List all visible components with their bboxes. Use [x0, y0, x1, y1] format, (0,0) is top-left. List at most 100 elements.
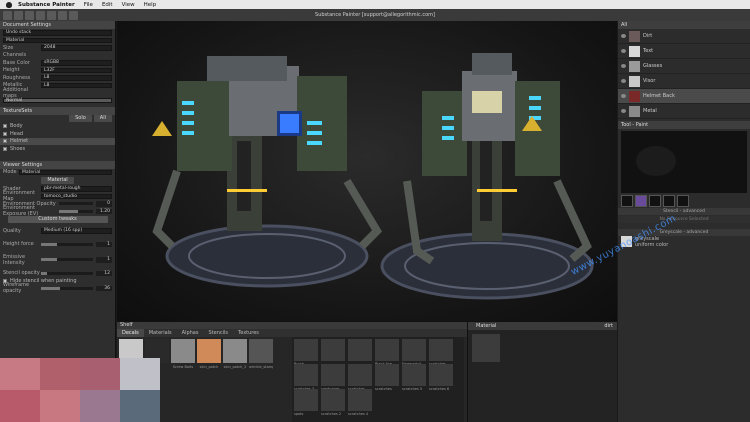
paint-tool-icon[interactable]	[3, 10, 12, 20]
right-panel: All Dirt Text Glasses Visor Helmet Back …	[618, 21, 750, 422]
env-map-select[interactable]: tomoco_studio	[41, 193, 112, 199]
layer-row[interactable]: Dirt	[618, 29, 750, 44]
layer-row[interactable]: Visor	[618, 74, 750, 89]
window-title: Substance Painter [support@allegorithmic…	[315, 12, 435, 18]
texture-set-checkbox[interactable]	[3, 131, 7, 136]
layer-row[interactable]: Text	[618, 44, 750, 59]
channel-label: Height	[3, 67, 20, 74]
material-preview[interactable]	[472, 334, 500, 362]
visibility-eye-icon[interactable]	[621, 109, 626, 113]
visibility-eye-icon[interactable]	[621, 79, 626, 83]
emissive-slider[interactable]	[41, 258, 93, 262]
shelf-item[interactable]: skin_patch	[197, 339, 221, 369]
shelf-item[interactable]: scratches 5	[402, 364, 426, 391]
menu-help[interactable]: Help	[144, 2, 157, 8]
quality-label: Quality	[3, 227, 21, 234]
shelf-item[interactable]: scratches 6	[429, 364, 453, 391]
picker-tool-icon[interactable]	[58, 10, 67, 20]
shelf-item[interactable]: Brush	[294, 339, 318, 366]
apple-icon[interactable]	[6, 1, 12, 8]
shelf-item[interactable]: Fingerprint	[402, 339, 426, 366]
eraser-tool-icon[interactable]	[14, 10, 23, 20]
menu-file[interactable]: File	[84, 2, 93, 8]
material-tab[interactable]: Material	[41, 177, 74, 184]
clone-tool-icon[interactable]	[47, 10, 56, 20]
wireframe-opacity-slider[interactable]	[41, 286, 93, 290]
stencil-resource[interactable]: No Resource Selected	[618, 216, 750, 223]
tab-stencils[interactable]: Stencils	[203, 329, 233, 337]
undo-stack-field[interactable]: Undo stack	[3, 30, 112, 36]
material-field[interactable]: Material	[3, 37, 112, 43]
channel-format-select[interactable]: L8	[41, 75, 112, 81]
color-blocks-decoration	[0, 358, 160, 422]
size-select[interactable]: 2048	[41, 45, 112, 51]
layer-row[interactable]: Helmet Back	[618, 89, 750, 104]
height-force-slider[interactable]	[41, 242, 93, 246]
mode-select[interactable]: Material	[19, 169, 112, 175]
shelf-item[interactable]: spots	[294, 389, 318, 416]
quality-select[interactable]: Medium (16 spp)	[41, 228, 112, 234]
env-opacity-slider[interactable]	[59, 202, 93, 206]
tab-alphas[interactable]: Alphas	[177, 329, 204, 337]
shelf-item[interactable]: Screw Bolts	[171, 339, 195, 369]
3d-viewport[interactable]	[117, 21, 617, 321]
layers-header[interactable]: All	[618, 21, 750, 29]
solo-button[interactable]: Solo	[69, 115, 92, 123]
wireframe-opacity-value[interactable]: 36	[96, 285, 112, 291]
mask-tool-icon[interactable]	[69, 10, 78, 20]
tab-textures[interactable]: Textures	[233, 329, 264, 337]
shelf-item[interactable]: scratches 2	[321, 389, 345, 416]
custom-tweaks-button[interactable]: Custom tweaks	[7, 216, 108, 223]
shader-select[interactable]: pbr-metal-rough	[41, 186, 112, 192]
shelf-item[interactable]: Black line	[375, 339, 399, 366]
layer-row[interactable]: Glasses	[618, 59, 750, 74]
menu-edit[interactable]: Edit	[102, 2, 113, 8]
channel-format-select[interactable]: L32F	[41, 67, 112, 73]
alpha-slot[interactable]	[635, 195, 647, 207]
env-exposure-value[interactable]: 1.20	[96, 208, 112, 214]
shelf-item[interactable]: wrinkle_stamp	[249, 339, 273, 369]
shelf-item[interactable]: scratches 4	[348, 389, 372, 416]
shelf-item[interactable]: skin_patch_2	[223, 339, 247, 369]
shelf-item[interactable]: scratches	[348, 364, 372, 391]
channel-format-select[interactable]: sRGB8	[41, 60, 112, 66]
shelf-title: Shelf	[117, 322, 467, 329]
menu-view[interactable]: View	[122, 2, 135, 8]
visibility-eye-icon[interactable]	[621, 64, 626, 68]
shelf-item[interactable]: scratches	[375, 364, 399, 391]
layer-row[interactable]: Metal	[618, 104, 750, 119]
stencil-opacity-value[interactable]: 12	[96, 270, 112, 276]
layer-thumbnail	[629, 90, 640, 102]
alpha-slot[interactable]	[677, 195, 689, 207]
viewer-settings-title: Viewer Settings	[0, 160, 115, 169]
alpha-slot[interactable]	[649, 195, 661, 207]
normal-map-field[interactable]: Normal	[3, 97, 112, 103]
height-force-value[interactable]: 1	[96, 241, 112, 247]
smudge-tool-icon[interactable]	[36, 10, 45, 20]
visibility-eye-icon[interactable]	[621, 94, 626, 98]
shelf-item[interactable]: scratches 3	[294, 364, 318, 391]
visibility-eye-icon[interactable]	[621, 34, 626, 38]
channel-format-select[interactable]: L8	[41, 82, 112, 88]
shelf-item[interactable]: sandpaper	[321, 364, 345, 391]
height-force-label: Height force	[3, 241, 34, 248]
shelf-item[interactable]	[321, 339, 345, 361]
shelf-item[interactable]	[348, 339, 372, 361]
env-opacity-value[interactable]: 0	[96, 201, 112, 207]
projection-tool-icon[interactable]	[25, 10, 34, 20]
tab-materials[interactable]: Materials	[144, 329, 177, 337]
alpha-slot[interactable]	[663, 195, 675, 207]
tab-decals[interactable]: Decals	[117, 329, 144, 337]
texture-set-checkbox[interactable]	[3, 146, 7, 151]
shelf-item[interactable]: scratches	[429, 339, 453, 366]
texture-set-checkbox[interactable]	[3, 139, 7, 144]
stencil-opacity-slider[interactable]	[41, 271, 93, 275]
all-button[interactable]: All	[93, 115, 112, 123]
visibility-eye-icon[interactable]	[621, 49, 626, 53]
stencil-section-title[interactable]: Stencil - advanced	[618, 208, 750, 215]
alpha-slot[interactable]	[621, 195, 633, 207]
texture-set-checkbox[interactable]	[3, 124, 7, 129]
env-exposure-slider[interactable]	[59, 209, 93, 213]
emissive-value[interactable]: 1	[96, 257, 112, 263]
menu-app-name[interactable]: Substance Painter	[18, 2, 75, 8]
